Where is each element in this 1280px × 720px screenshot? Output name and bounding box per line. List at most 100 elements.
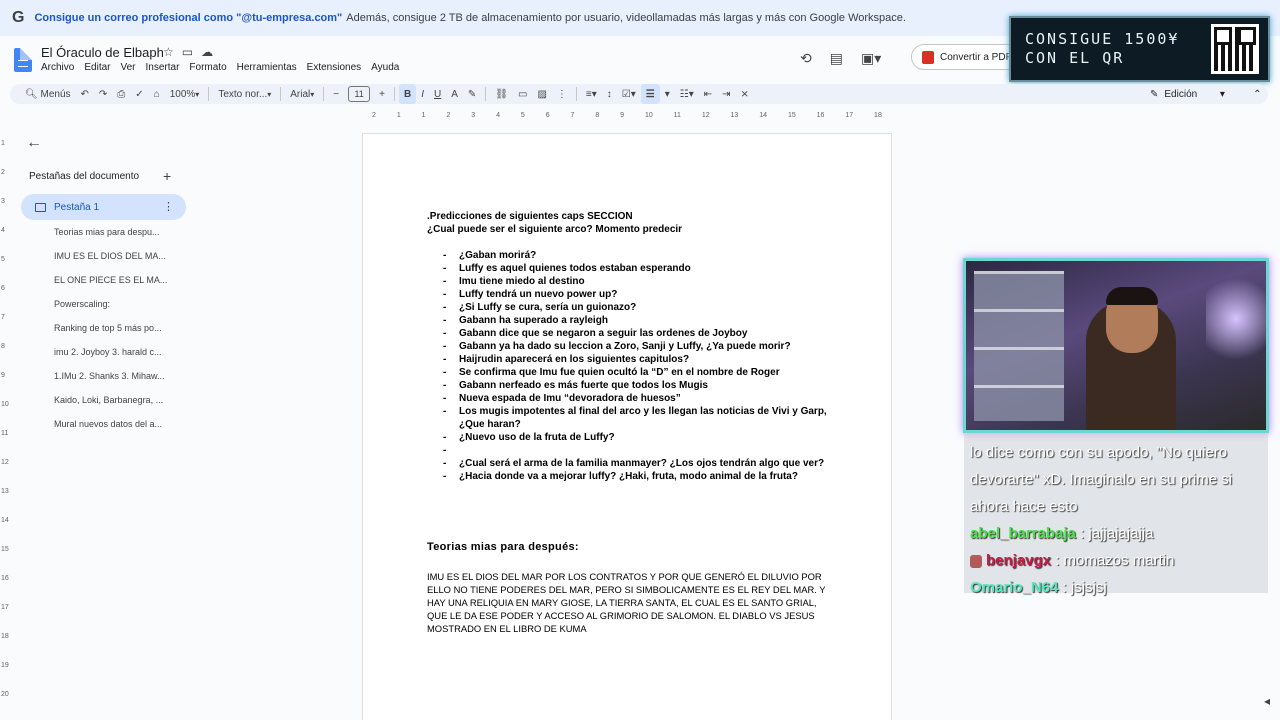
- checklist-icon[interactable]: ☑▾: [617, 84, 641, 104]
- style-select[interactable]: Texto nor...: [213, 84, 276, 104]
- ruler-tick: 1: [1, 140, 5, 147]
- tab-pestana-1[interactable]: Pestaña 1 ⋮: [21, 194, 186, 220]
- vertical-ruler[interactable]: 1 2 3 4 5 6 7 8 9 10 11 12 13 14 15 16 17 18 19 20: [0, 128, 10, 720]
- tab-icon: [35, 202, 46, 212]
- list-item: Nueva espada de Imu “devoradora de hueso…: [427, 392, 827, 405]
- outline-item[interactable]: IMU ES EL DIOS DEL MA...: [54, 250, 174, 274]
- horizontal-ruler[interactable]: 2 1 1 2 3 4 5 6 7 8 9 10 11 12 13 14 15 16 17 18: [362, 112, 892, 122]
- comment-add-icon[interactable]: ▭: [513, 84, 532, 104]
- outline-item[interactable]: Mural nuevos datos del a...: [54, 418, 174, 442]
- doc-paragraph: IMU ES EL DIOS DEL MAR POR LOS CONTRATOS…: [427, 571, 826, 634]
- menu-editar[interactable]: Editar: [84, 62, 110, 73]
- star-icon[interactable]: ☆: [163, 45, 174, 59]
- back-arrow-icon[interactable]: ←: [26, 134, 42, 152]
- paint-format-icon[interactable]: ⌂: [149, 84, 165, 104]
- ruler-tick: 9: [620, 112, 625, 119]
- numbered-list-icon[interactable]: ☷▾: [675, 84, 699, 104]
- document-title[interactable]: El Óraculo de Elbaph: [41, 45, 164, 60]
- outline-item[interactable]: Ranking de top 5 más po...: [54, 322, 174, 346]
- list-item: ¿Gaban morirá?: [427, 249, 827, 262]
- more-icon[interactable]: ⋮: [552, 84, 572, 104]
- list-item: ¿Si Luffy se cura, sería un guionazo?: [427, 301, 827, 314]
- tab-options-icon[interactable]: ⋮: [163, 200, 174, 213]
- ruler-tick: 16: [1, 575, 9, 582]
- ruler-tick: 4: [496, 112, 500, 119]
- comments-icon[interactable]: ▤: [830, 50, 843, 67]
- webcam-background-shelf: [974, 271, 1064, 421]
- ruler-tick: 15: [1, 546, 9, 553]
- document-page[interactable]: .Predicciones de siguientes caps SECCION…: [362, 133, 892, 720]
- outline-item[interactable]: EL ONE PIECE ES EL MA...: [54, 274, 174, 298]
- line-spacing-icon[interactable]: ↕: [602, 84, 617, 104]
- zoom-select[interactable]: 100%: [165, 84, 205, 104]
- prediction-list: ¿Gaban morirá? Luffy es aquel quienes to…: [427, 249, 827, 483]
- bullet-dropdown-icon[interactable]: ▾: [660, 84, 675, 104]
- ruler-tick: 14: [759, 112, 768, 119]
- highlight-icon[interactable]: ✎: [463, 84, 481, 104]
- link-icon[interactable]: ⛓: [490, 84, 513, 104]
- font-select[interactable]: Arial: [285, 84, 319, 104]
- ruler-tick: 11: [1, 430, 9, 437]
- menus-label: Menús: [40, 88, 71, 100]
- docs-logo-icon[interactable]: [14, 48, 32, 72]
- convert-pdf-button[interactable]: Convertir a PDF: [911, 44, 1021, 70]
- divider: [575, 87, 577, 101]
- ruler-tick: 10: [1, 401, 9, 408]
- font-size-input[interactable]: 11: [348, 86, 371, 102]
- outline-item[interactable]: 1.IMu 2. Shanks 3. Mihaw...: [54, 370, 174, 394]
- menu-insertar[interactable]: Insertar: [146, 62, 180, 73]
- explore-icon[interactable]: ◂: [1264, 694, 1270, 708]
- ruler-tick: 1: [421, 112, 426, 119]
- list-item: ¿Cual será el arma de la familia manmaye…: [427, 457, 827, 470]
- outline-item[interactable]: imu 2. Joyboy 3. harald c...: [54, 346, 174, 370]
- bold-icon[interactable]: B: [398, 84, 417, 104]
- decrease-font-icon[interactable]: −: [328, 84, 344, 104]
- promo-bold-text[interactable]: Consigue un correo profesional como "@tu…: [34, 12, 342, 24]
- clear-format-icon[interactable]: ⨯: [736, 84, 754, 104]
- ruler-tick: 8: [1, 343, 5, 350]
- decrease-indent-icon[interactable]: ⇤: [699, 84, 717, 104]
- increase-font-icon[interactable]: +: [374, 84, 390, 104]
- ruler-tick: 3: [471, 112, 476, 119]
- underline-icon[interactable]: U: [429, 84, 446, 104]
- cloud-status-icon[interactable]: ☁: [201, 45, 213, 59]
- meet-icon[interactable]: ▣▾: [861, 50, 881, 67]
- list-item: Imu tiene miedo al destino: [427, 275, 827, 288]
- outline-item[interactable]: Powerscaling:: [54, 298, 174, 322]
- image-icon[interactable]: ▨: [532, 84, 551, 104]
- menus-search[interactable]: 🔍︎ Menús: [20, 84, 76, 104]
- print-icon[interactable]: ⎙: [112, 84, 130, 104]
- doc-line-1: .Predicciones de siguientes caps SECCION: [427, 211, 633, 222]
- outline-item[interactable]: Teorias mias para despu...: [54, 226, 174, 250]
- menu-formato[interactable]: Formato: [189, 62, 226, 73]
- spellcheck-icon[interactable]: ✓: [130, 84, 148, 104]
- document-body[interactable]: .Predicciones de siguientes caps SECCION…: [427, 210, 827, 635]
- tab-label: Pestaña 1: [54, 201, 100, 213]
- align-icon[interactable]: ≡▾: [581, 84, 602, 104]
- divider: [208, 87, 210, 101]
- outline-item[interactable]: Kaido, Loki, Barbanegra, ...: [54, 394, 174, 418]
- ruler-tick: 18: [1, 633, 9, 640]
- bullet-list-icon[interactable]: ☰: [640, 84, 660, 104]
- menu-extensiones[interactable]: Extensiones: [307, 62, 361, 73]
- history-icon[interactable]: ⟲: [800, 50, 812, 67]
- streamer-hair: [1106, 287, 1158, 305]
- redo-icon[interactable]: ↷: [94, 84, 112, 104]
- stream-chat: lo dice como con su apodo, "No quiero de…: [964, 433, 1268, 596]
- pdf-icon: [922, 50, 934, 64]
- increase-indent-icon[interactable]: ⇥: [717, 84, 735, 104]
- italic-icon[interactable]: I: [416, 84, 429, 104]
- menu-herramientas[interactable]: Herramientas: [237, 62, 297, 73]
- menu-ayuda[interactable]: Ayuda: [371, 62, 399, 73]
- ruler-tick: 17: [1, 604, 9, 611]
- menu-ver[interactable]: Ver: [120, 62, 135, 73]
- undo-icon[interactable]: ↶: [76, 84, 94, 104]
- collapse-toolbar-icon[interactable]: ⌃: [1231, 89, 1261, 100]
- editing-mode-select[interactable]: ✎ Edición ▾ ⌃: [1150, 84, 1262, 104]
- menu-archivo[interactable]: Archivo: [41, 62, 74, 73]
- text-color-icon[interactable]: A: [446, 84, 463, 104]
- menu-bar: Archivo Editar Ver Insertar Formato Herr…: [41, 62, 399, 73]
- move-folder-icon[interactable]: ▭: [182, 45, 193, 59]
- add-tab-icon[interactable]: +: [163, 168, 171, 184]
- ruler-tick: 2: [446, 112, 451, 119]
